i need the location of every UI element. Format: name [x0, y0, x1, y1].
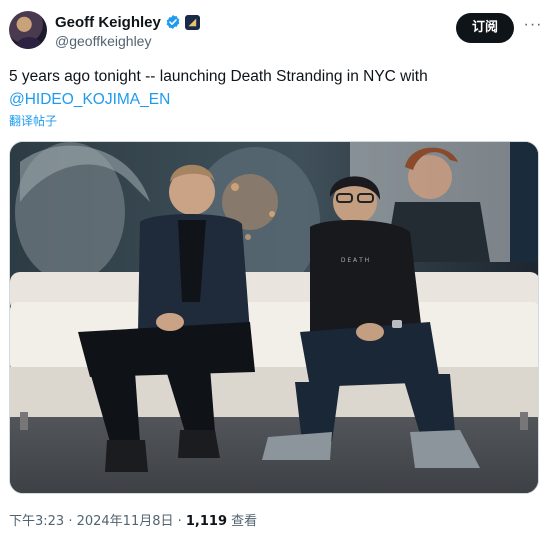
tweet-body: 5 years ago tonight -- launching Death S… [9, 68, 428, 85]
avatar[interactable] [9, 11, 47, 49]
tweet-meta: 下午3:23 · 2024年11月8日 · 1,119 查看 [9, 510, 257, 529]
timestamp[interactable]: 下午3:23 · 2024年11月8日 · [9, 514, 186, 529]
more-dots-icon[interactable]: ··· [523, 17, 543, 37]
affiliate-badge-icon[interactable]: ◢ [184, 14, 200, 30]
photo-illustration: D E A T H [10, 142, 538, 493]
tweet-header: Geoff Keighley ◢ @geoffkeighley 订阅 ··· [9, 11, 541, 51]
handle[interactable]: @geoffkeighley [55, 33, 151, 49]
follow-button[interactable]: 订阅 [456, 13, 514, 43]
views-label: 查看 [227, 514, 258, 529]
translate-link[interactable]: 翻译帖子 [9, 112, 57, 129]
name-row: Geoff Keighley ◢ [55, 13, 200, 31]
tweet-photo[interactable]: D E A T H [9, 141, 539, 494]
display-name[interactable]: Geoff Keighley [55, 14, 161, 31]
svg-text:D E A T H: D E A T H [341, 257, 369, 264]
views-count: 1,119 [185, 514, 228, 529]
mention-link[interactable]: @HIDEO_KOJIMA_EN [9, 91, 170, 108]
verified-badge-icon [166, 15, 180, 29]
tweet-text: 5 years ago tonight -- launching Death S… [9, 65, 529, 111]
